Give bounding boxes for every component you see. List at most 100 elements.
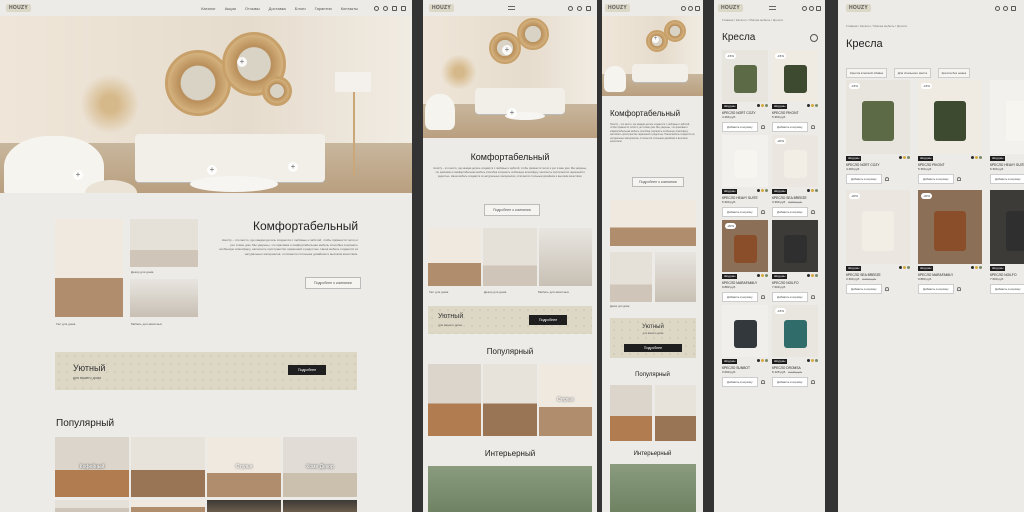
filter-icon[interactable]	[810, 34, 818, 42]
color-swatches[interactable]	[970, 266, 982, 270]
product-card[interactable]: -20% Шоурумы Кресло Sea Breeze 3 390 руб…	[846, 190, 910, 294]
filter-chip[interactable]: Для спального места	[893, 68, 932, 78]
color-swatch[interactable]	[807, 274, 810, 277]
color-swatch[interactable]	[765, 274, 768, 277]
popular-item[interactable]	[207, 500, 281, 512]
add-to-cart-button[interactable]: Добавить в корзину	[772, 122, 808, 132]
color-swatches[interactable]	[806, 104, 818, 108]
add-to-cart-button[interactable]: Добавить в корзину	[722, 207, 758, 217]
about-image-plant[interactable]	[130, 219, 198, 267]
heart-icon[interactable]	[810, 295, 815, 299]
color-swatch[interactable]	[815, 104, 818, 107]
popular-item[interactable]: Кофейный	[55, 437, 129, 497]
nav-item-delivery[interactable]: Доставка	[269, 6, 286, 11]
nav-item-catalog[interactable]: Каталог	[201, 6, 216, 11]
heart-icon[interactable]	[688, 5, 693, 11]
product-image[interactable]: -20%	[918, 190, 982, 264]
product-image[interactable]: -15%	[918, 80, 982, 154]
product-card[interactable]: Шоурумы Кресло Noilfo 7 600 руб. Добавит…	[990, 190, 1024, 294]
heart-icon[interactable]	[760, 380, 765, 384]
menu-icon[interactable]	[507, 6, 515, 10]
hotspot-icon[interactable]: +	[502, 45, 512, 55]
add-to-cart-button[interactable]: Добавить в корзину	[722, 377, 758, 387]
color-swatch[interactable]	[765, 189, 768, 192]
product-card[interactable]: -20% Шоурумы Кресло Marafamily 9 880 руб…	[722, 220, 768, 302]
popular-item[interactable]	[483, 364, 537, 436]
color-swatch[interactable]	[975, 266, 978, 269]
product-card[interactable]: Шоурумы Кресло Heavy Suite 6 300 руб. До…	[722, 135, 768, 217]
color-swatch[interactable]	[975, 156, 978, 159]
product-image[interactable]: -15%	[846, 80, 910, 154]
add-to-cart-button[interactable]: Добавить в корзину	[772, 292, 808, 302]
add-to-cart-button[interactable]: Добавить в корзину	[918, 284, 954, 294]
color-swatch[interactable]	[765, 104, 768, 107]
product-image[interactable]	[990, 80, 1024, 154]
color-swatch[interactable]	[761, 359, 764, 362]
heart-icon[interactable]	[810, 380, 815, 384]
about-image-cat[interactable]	[538, 228, 592, 286]
logo[interactable]: HOUZY	[718, 4, 743, 12]
bag-icon[interactable]	[586, 5, 591, 11]
popular-item[interactable]	[131, 437, 205, 497]
add-to-cart-button[interactable]: Добавить в корзину	[772, 207, 808, 217]
popular-item[interactable]: Стулья	[538, 364, 592, 436]
color-swatches[interactable]	[898, 156, 910, 160]
hotspot-icon[interactable]: +	[288, 162, 298, 172]
add-to-cart-button[interactable]: Добавить в корзину	[846, 174, 882, 184]
product-image[interactable]	[722, 135, 768, 187]
about-button[interactable]: Подробнее о компании	[305, 277, 361, 289]
add-to-cart-button[interactable]: Добавить в корзину	[722, 292, 758, 302]
breadcrumb[interactable]: Главная / Каталог / Мягкая мебель / Крес…	[838, 16, 1024, 30]
popular-item[interactable]	[610, 385, 652, 441]
product-image[interactable]: -15%	[722, 50, 768, 102]
heart-icon[interactable]	[383, 5, 388, 11]
search-icon[interactable]	[802, 5, 807, 11]
color-swatch[interactable]	[757, 189, 760, 192]
hotspot-icon[interactable]: +	[507, 108, 517, 118]
add-to-cart-button[interactable]: Добавить в корзину	[918, 174, 954, 184]
search-icon[interactable]	[568, 5, 573, 11]
about-image-cat[interactable]	[654, 252, 696, 302]
color-swatch[interactable]	[761, 189, 764, 192]
color-swatch[interactable]	[807, 189, 810, 192]
color-swatch[interactable]	[815, 274, 818, 277]
color-swatch[interactable]	[811, 359, 814, 362]
color-swatches[interactable]	[756, 189, 768, 193]
heart-icon[interactable]	[810, 210, 815, 214]
color-swatch[interactable]	[903, 156, 906, 159]
color-swatch[interactable]	[979, 156, 982, 159]
color-swatch[interactable]	[971, 266, 974, 269]
color-swatch[interactable]	[807, 359, 810, 362]
bag-icon[interactable]	[392, 5, 397, 11]
product-card[interactable]: -15% Шоурумы Кресло Pikont 5 360 руб. До…	[772, 50, 818, 132]
nav-item-reviews[interactable]: Отзывы	[245, 6, 260, 11]
color-swatch[interactable]	[907, 156, 910, 159]
heart-icon[interactable]	[577, 5, 582, 11]
hotspot-icon[interactable]: +	[237, 57, 247, 67]
search-icon[interactable]	[995, 5, 1000, 11]
heart-icon[interactable]	[760, 295, 765, 299]
about-button[interactable]: Подробнее о компании	[632, 177, 684, 187]
logo[interactable]: HOUZY	[6, 4, 31, 12]
hotspot-icon[interactable]: +	[652, 36, 659, 43]
banner-button[interactable]: Подробнее	[529, 315, 568, 325]
product-card[interactable]: Шоурумы Кресло Sunbot 3 090 руб. Добавит…	[722, 305, 768, 387]
product-image[interactable]	[990, 190, 1024, 264]
breadcrumb[interactable]: Главная / Каталог / Мягкая мебель / Крес…	[714, 16, 825, 24]
color-swatch[interactable]	[815, 189, 818, 192]
heart-icon[interactable]	[884, 287, 889, 291]
heart-icon[interactable]	[956, 177, 961, 181]
about-image-cat[interactable]	[130, 279, 198, 317]
color-swatch[interactable]	[765, 359, 768, 362]
color-swatch[interactable]	[761, 274, 764, 277]
color-swatch[interactable]	[757, 359, 760, 362]
color-swatch[interactable]	[971, 156, 974, 159]
nav-item-blog[interactable]: Блоги	[295, 6, 306, 11]
color-swatch[interactable]	[757, 274, 760, 277]
add-to-cart-button[interactable]: Добавить в корзину	[990, 174, 1024, 184]
add-to-cart-button[interactable]: Добавить в корзину	[990, 284, 1024, 294]
popular-item[interactable]	[428, 364, 482, 436]
about-image-plant[interactable]	[610, 252, 652, 302]
product-image[interactable]: -20%	[846, 190, 910, 264]
color-swatch[interactable]	[815, 359, 818, 362]
